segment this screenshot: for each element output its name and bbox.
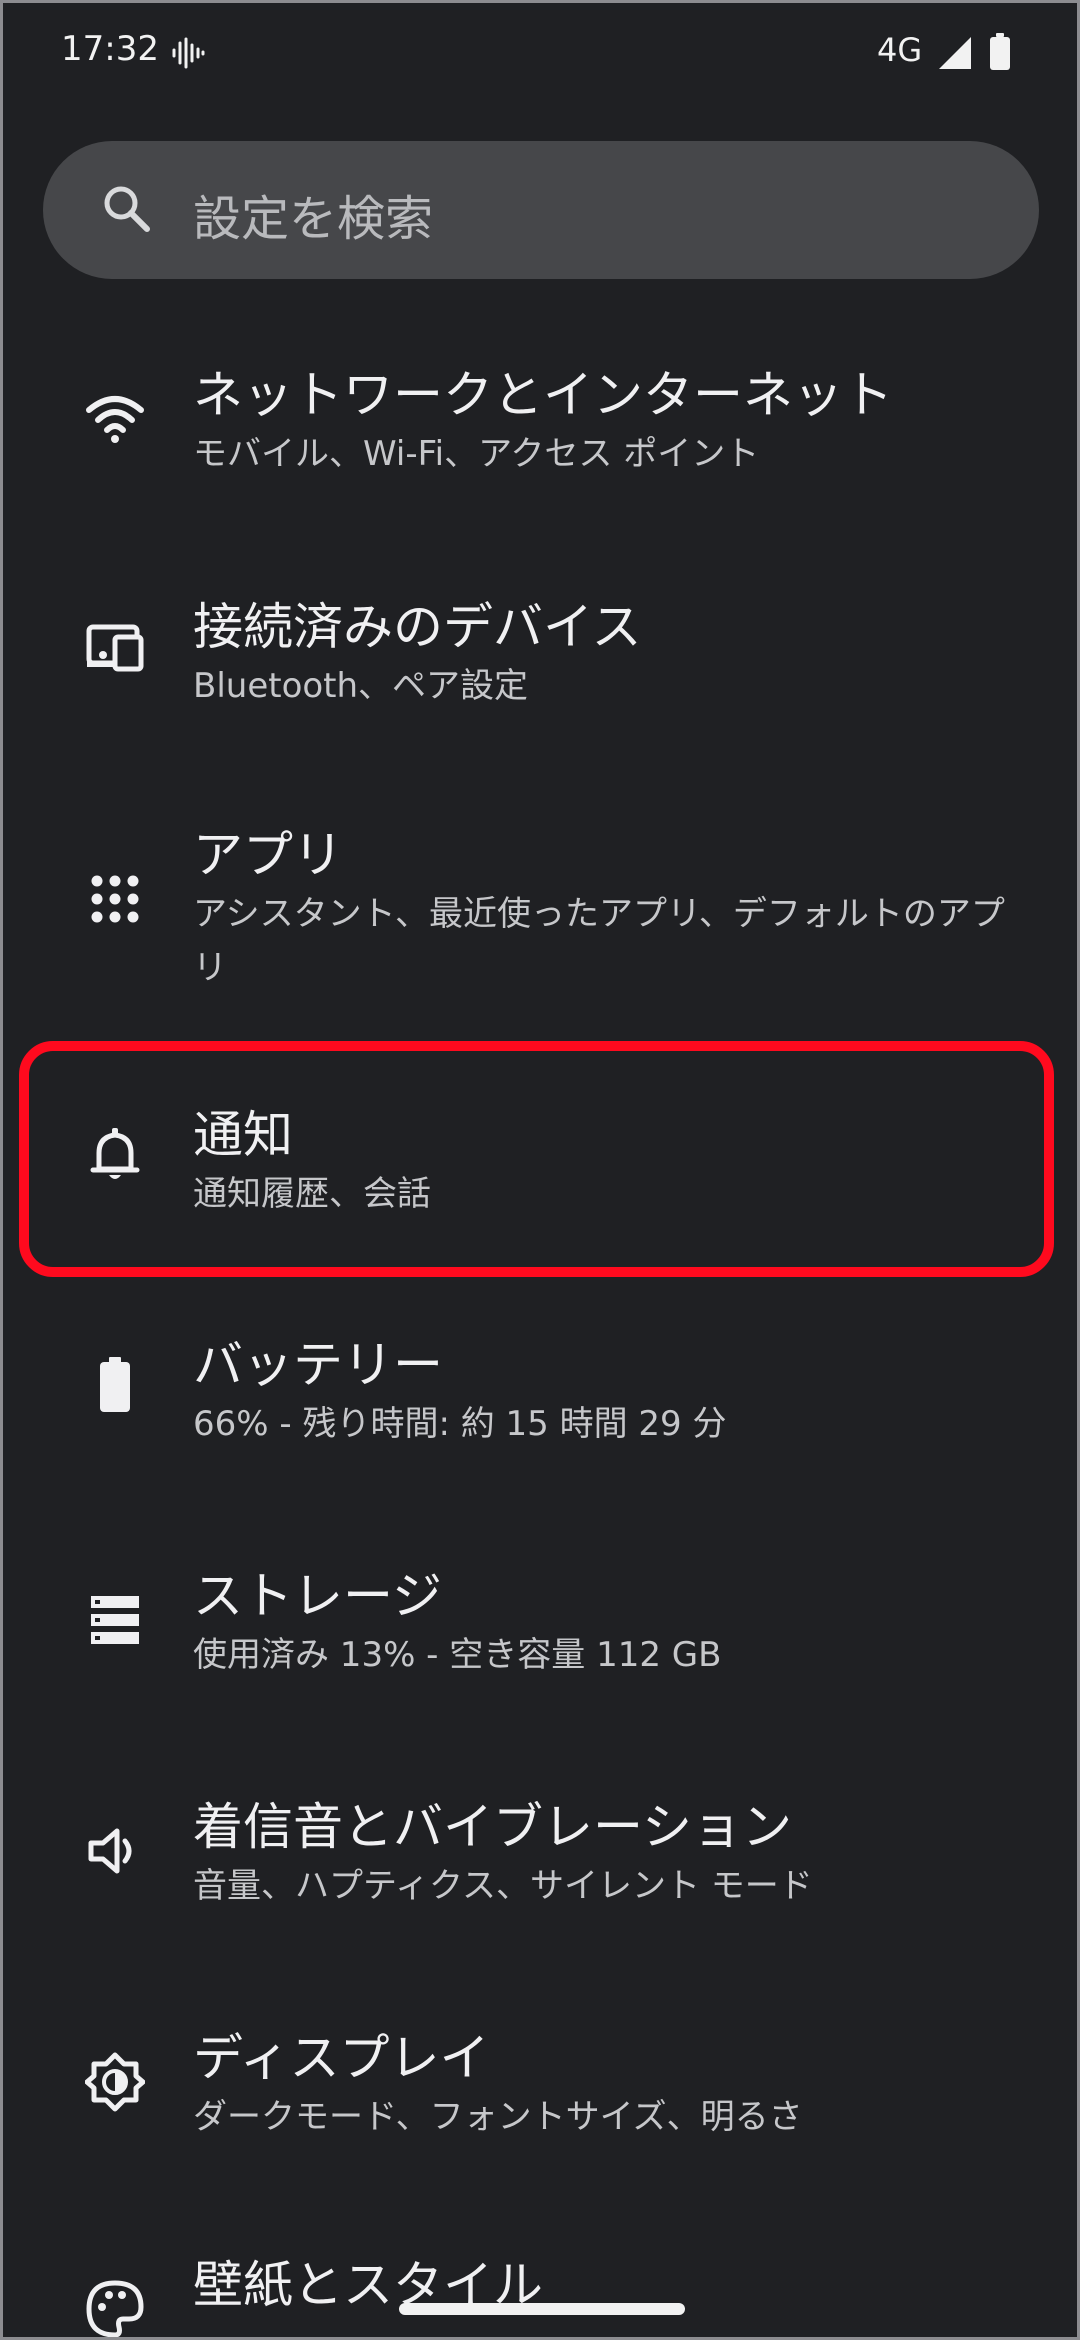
settings-item-display[interactable]: ディスプレイ ダークモード、フォントサイズ、明るさ [3, 1996, 1077, 2196]
item-subtitle: モバイル、Wi-Fi、アクセス ポイント [193, 434, 760, 474]
status-battery-icon [990, 33, 1010, 70]
item-subtitle: 使用済み 13% - 空き容量 112 GB [193, 1635, 722, 1675]
wifi-icon [86, 396, 144, 443]
item-title: ストレージ [193, 1567, 442, 1625]
screen: 17:32 4G 設定を検索 ネットワークとインターネット モバイル、Wi-Fi… [0, 0, 1080, 2340]
item-title: ネットワークとインターネット [193, 366, 893, 424]
search-bar[interactable]: 設定を検索 [43, 141, 1039, 279]
network-type: 4G [877, 31, 923, 69]
storage-icon [91, 1596, 139, 1644]
item-subtitle: ダークモード、フォントサイズ、明るさ [193, 2097, 803, 2137]
item-subtitle: アシスタント、最近使ったアプリ、デフォルトのアプリ [193, 894, 1005, 988]
highlight-annotation [19, 1041, 1054, 1277]
item-title: アプリ [193, 826, 343, 884]
item-title: バッテリー [193, 1336, 443, 1394]
battery-icon [100, 1357, 130, 1412]
volume-icon [88, 1828, 132, 1874]
settings-item-sound[interactable]: 着信音とバイブレーション 音量、ハプティクス、サイレント モード [3, 1765, 1077, 1965]
item-title: ディスプレイ [193, 2029, 490, 2087]
brightness-icon [85, 2052, 145, 2112]
settings-item-connected-devices[interactable]: 接続済みのデバイス Bluetooth、ペア設定 [3, 565, 1077, 765]
settings-item-wallpaper[interactable]: 壁紙とスタイル [3, 2227, 1077, 2337]
item-title: 着信音とバイブレーション [193, 1798, 792, 1856]
item-subtitle: 66% - 残り時間: 約 15 時間 29 分 [193, 1404, 727, 1444]
settings-item-battery[interactable]: バッテリー 66% - 残り時間: 約 15 時間 29 分 [3, 1303, 1077, 1503]
status-time: 17:32 [61, 29, 159, 69]
item-subtitle: 音量、ハプティクス、サイレント モード [193, 1866, 813, 1906]
apps-grid-icon [91, 875, 139, 923]
audio-wave-icon [172, 37, 205, 69]
search-icon [104, 186, 150, 232]
settings-item-storage[interactable]: ストレージ 使用済み 13% - 空き容量 112 GB [3, 1534, 1077, 1734]
settings-item-apps[interactable]: アプリ アシスタント、最近使ったアプリ、デフォルトのアプリ [3, 797, 1077, 1017]
connected-devices-icon [86, 624, 144, 672]
search-placeholder: 設定を検索 [193, 191, 434, 247]
item-subtitle: Bluetooth、ペア設定 [193, 666, 529, 706]
gesture-nav-handle[interactable] [399, 2303, 685, 2315]
signal-icon [939, 37, 971, 69]
item-title: 接続済みのデバイス [193, 598, 642, 656]
settings-item-network[interactable]: ネットワークとインターネット モバイル、Wi-Fi、アクセス ポイント [3, 333, 1077, 533]
palette-icon [86, 2280, 144, 2337]
status-bar: 17:32 4G [3, 3, 1077, 103]
